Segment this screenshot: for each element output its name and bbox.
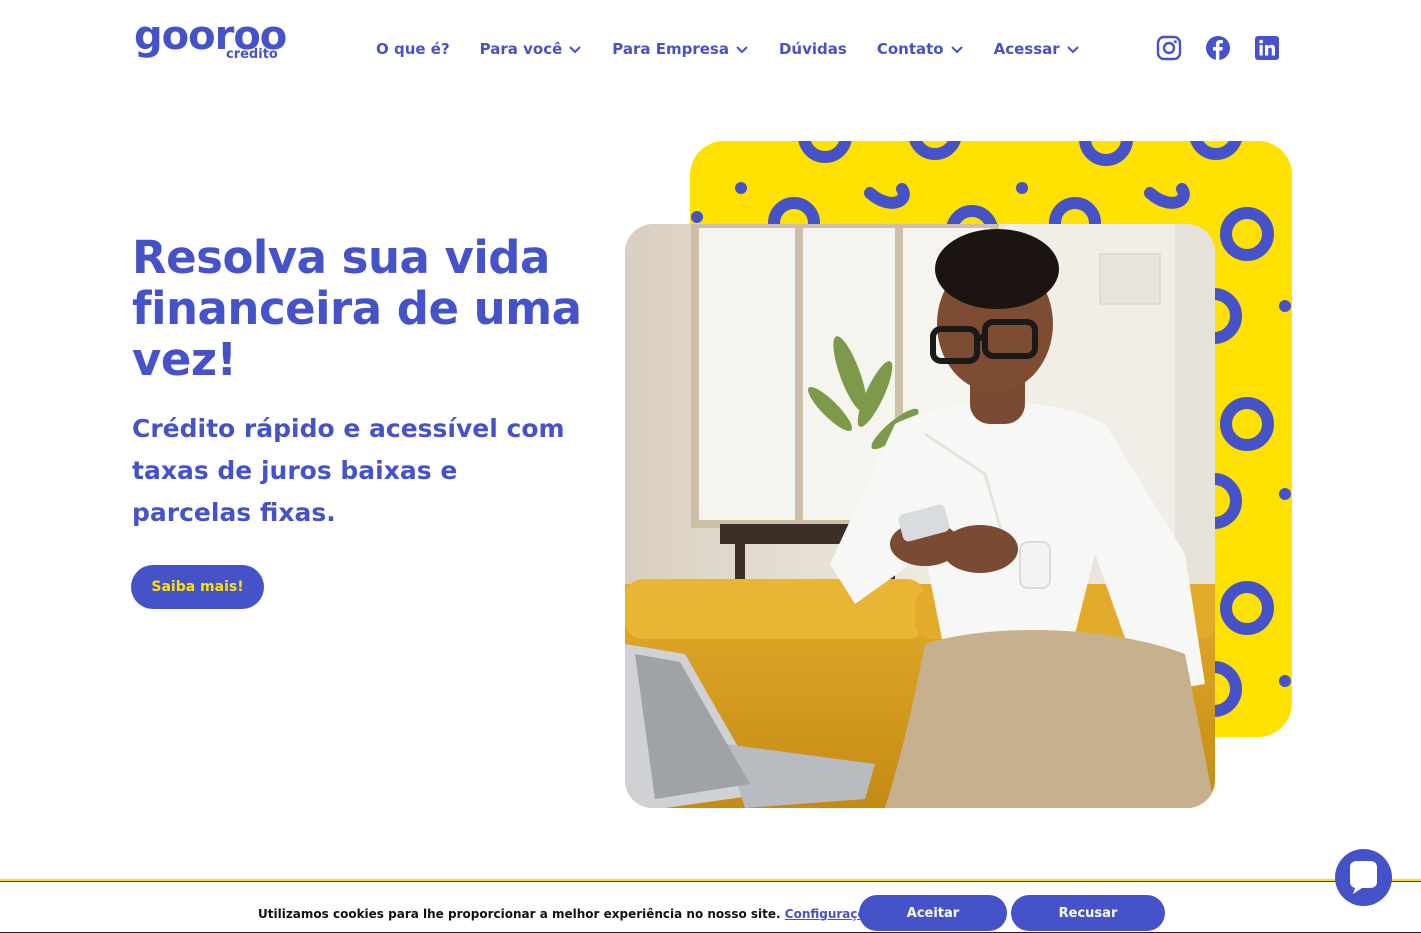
nav-item-label: Dúvidas	[778, 40, 847, 58]
nav-item-label: Para você	[479, 40, 563, 58]
nav-item-duvidas[interactable]: Dúvidas	[779, 40, 847, 58]
linkedin-icon[interactable]	[1254, 35, 1280, 61]
nav-item-acessar[interactable]: Acessar	[994, 40, 1080, 58]
chevron-down-icon	[569, 46, 581, 54]
social-links	[1156, 35, 1303, 61]
chevron-down-icon	[950, 46, 963, 54]
nav-item-label: O que é?	[376, 40, 450, 58]
cookie-bar: Utilizamos cookies para lhe proporcionar…	[0, 879, 1421, 933]
hero-subtitle: Crédito rápido e acessível com taxas de …	[132, 414, 565, 527]
hero-photo-illustration	[625, 224, 1215, 808]
brand-sub: crédito	[226, 47, 278, 62]
nav-item-contato[interactable]: Contato	[877, 40, 964, 58]
instagram-icon[interactable]	[1156, 35, 1182, 61]
reject-cookies-button[interactable]: Recusar	[1011, 895, 1165, 931]
chevron-down-icon	[736, 46, 748, 54]
facebook-icon[interactable]	[1205, 35, 1231, 61]
hero-title: Resolva sua vida financeira de uma vez!	[132, 231, 582, 386]
cookie-text: Utilizamos cookies para lhe proporcionar…	[258, 907, 881, 921]
cookie-message: Utilizamos cookies para lhe proporcionar…	[258, 907, 781, 921]
chat-button[interactable]	[1335, 849, 1392, 906]
chat-bubble-icon	[1350, 861, 1377, 894]
nav-item-para-empresa[interactable]: Para Empresa	[612, 40, 749, 58]
nav-item-label: Acessar	[993, 40, 1060, 58]
nav-item-o-que-e[interactable]: O que é?	[376, 40, 450, 58]
accept-cookies-button[interactable]: Aceitar	[859, 895, 1007, 931]
nav-item-para-voce[interactable]: Para você	[480, 40, 583, 58]
main-nav: O que é? Para você Para Empresa Dúvidas …	[376, 34, 1110, 64]
saiba-mais-button[interactable]: Saiba mais!	[131, 565, 264, 609]
chevron-down-icon	[1066, 46, 1079, 54]
nav-item-label: Para Empresa	[612, 40, 729, 58]
nav-item-label: Contato	[876, 40, 944, 58]
hero-photo	[625, 224, 1215, 808]
brand-logo[interactable]: gooroo crédito	[134, 13, 287, 68]
